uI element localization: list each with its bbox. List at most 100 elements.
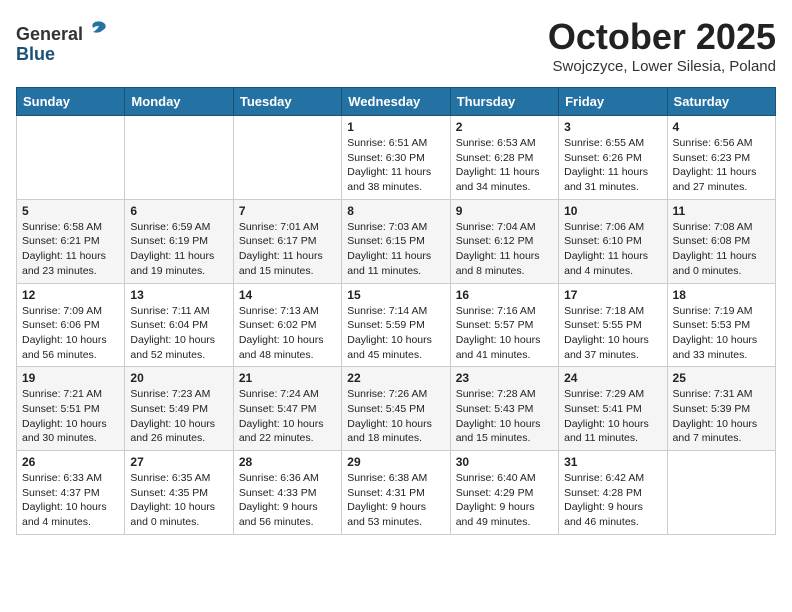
day-info: Sunrise: 6:33 AM Sunset: 4:37 PM Dayligh…	[22, 471, 119, 530]
day-number: 5	[22, 204, 119, 218]
day-number: 7	[239, 204, 336, 218]
day-info: Sunrise: 6:35 AM Sunset: 4:35 PM Dayligh…	[130, 471, 227, 530]
day-number: 27	[130, 455, 227, 469]
day-number: 28	[239, 455, 336, 469]
calendar-table: SundayMondayTuesdayWednesdayThursdayFrid…	[16, 87, 776, 535]
logo-bird-icon	[85, 16, 109, 40]
calendar-cell: 26 Sunrise: 6:33 AM Sunset: 4:37 PM Dayli…	[17, 451, 125, 535]
calendar-cell	[667, 451, 775, 535]
calendar-cell: 8 Sunrise: 7:03 AM Sunset: 6:15 PM Daylig…	[342, 199, 450, 283]
day-number: 3	[564, 120, 661, 134]
day-number: 8	[347, 204, 444, 218]
day-number: 6	[130, 204, 227, 218]
calendar-cell: 20Sunrise: 7:23 AM Sunset: 5:49 PM Dayli…	[125, 367, 233, 451]
col-header-sunday: Sunday	[17, 88, 125, 116]
day-number: 31	[564, 455, 661, 469]
day-number: 21	[239, 371, 336, 385]
calendar-cell	[125, 116, 233, 200]
day-number: 1	[347, 120, 444, 134]
col-header-monday: Monday	[125, 88, 233, 116]
calendar-cell: 14Sunrise: 7:13 AM Sunset: 6:02 PM Dayli…	[233, 283, 341, 367]
day-number: 17	[564, 288, 661, 302]
calendar-cell: 2 Sunrise: 6:53 AM Sunset: 6:28 PM Daylig…	[450, 116, 558, 200]
calendar-week-row: 5 Sunrise: 6:58 AM Sunset: 6:21 PM Daylig…	[17, 199, 776, 283]
day-number: 30	[456, 455, 553, 469]
day-info: Sunrise: 7:26 AM Sunset: 5:45 PM Dayligh…	[347, 387, 444, 446]
day-number: 26	[22, 455, 119, 469]
calendar-cell: 12Sunrise: 7:09 AM Sunset: 6:06 PM Dayli…	[17, 283, 125, 367]
logo-general: General	[16, 24, 83, 44]
day-info: Sunrise: 7:24 AM Sunset: 5:47 PM Dayligh…	[239, 387, 336, 446]
calendar-week-row: 1 Sunrise: 6:51 AM Sunset: 6:30 PM Daylig…	[17, 116, 776, 200]
day-number: 10	[564, 204, 661, 218]
calendar-cell: 1 Sunrise: 6:51 AM Sunset: 6:30 PM Daylig…	[342, 116, 450, 200]
day-number: 25	[673, 371, 770, 385]
day-number: 16	[456, 288, 553, 302]
day-info: Sunrise: 7:08 AM Sunset: 6:08 PM Dayligh…	[673, 220, 770, 279]
title-block: October 2025 Swojczyce, Lower Silesia, P…	[548, 16, 776, 75]
day-number: 2	[456, 120, 553, 134]
calendar-cell: 21 Sunrise: 7:24 AM Sunset: 5:47 PM Dayli…	[233, 367, 341, 451]
day-number: 18	[673, 288, 770, 302]
calendar-week-row: 12Sunrise: 7:09 AM Sunset: 6:06 PM Dayli…	[17, 283, 776, 367]
col-header-saturday: Saturday	[667, 88, 775, 116]
calendar-week-row: 19 Sunrise: 7:21 AM Sunset: 5:51 PM Dayli…	[17, 367, 776, 451]
calendar-cell: 5 Sunrise: 6:58 AM Sunset: 6:21 PM Daylig…	[17, 199, 125, 283]
day-number: 13	[130, 288, 227, 302]
calendar-cell: 17 Sunrise: 7:18 AM Sunset: 5:55 PM Dayli…	[559, 283, 667, 367]
calendar-cell: 10 Sunrise: 7:06 AM Sunset: 6:10 PM Dayli…	[559, 199, 667, 283]
day-number: 15	[347, 288, 444, 302]
day-number: 4	[673, 120, 770, 134]
day-info: Sunrise: 6:51 AM Sunset: 6:30 PM Dayligh…	[347, 136, 444, 195]
calendar-cell: 15Sunrise: 7:14 AM Sunset: 5:59 PM Dayli…	[342, 283, 450, 367]
day-info: Sunrise: 6:56 AM Sunset: 6:23 PM Dayligh…	[673, 136, 770, 195]
day-number: 22	[347, 371, 444, 385]
col-header-friday: Friday	[559, 88, 667, 116]
day-number: 23	[456, 371, 553, 385]
day-number: 24	[564, 371, 661, 385]
day-info: Sunrise: 7:19 AM Sunset: 5:53 PM Dayligh…	[673, 304, 770, 363]
day-info: Sunrise: 7:31 AM Sunset: 5:39 PM Dayligh…	[673, 387, 770, 446]
day-number: 29	[347, 455, 444, 469]
day-info: Sunrise: 6:58 AM Sunset: 6:21 PM Dayligh…	[22, 220, 119, 279]
day-info: Sunrise: 7:16 AM Sunset: 5:57 PM Dayligh…	[456, 304, 553, 363]
calendar-cell: 4 Sunrise: 6:56 AM Sunset: 6:23 PM Daylig…	[667, 116, 775, 200]
calendar-cell	[233, 116, 341, 200]
location-label: Swojczyce, Lower Silesia, Poland	[548, 58, 776, 75]
calendar-cell: 22 Sunrise: 7:26 AM Sunset: 5:45 PM Dayli…	[342, 367, 450, 451]
calendar-cell: 29 Sunrise: 6:38 AM Sunset: 4:31 PM Dayli…	[342, 451, 450, 535]
day-info: Sunrise: 6:38 AM Sunset: 4:31 PM Dayligh…	[347, 471, 444, 530]
day-info: Sunrise: 6:59 AM Sunset: 6:19 PM Dayligh…	[130, 220, 227, 279]
day-info: Sunrise: 7:13 AM Sunset: 6:02 PM Dayligh…	[239, 304, 336, 363]
day-info: Sunrise: 6:53 AM Sunset: 6:28 PM Dayligh…	[456, 136, 553, 195]
day-info: Sunrise: 7:18 AM Sunset: 5:55 PM Dayligh…	[564, 304, 661, 363]
day-number: 9	[456, 204, 553, 218]
day-number: 20	[130, 371, 227, 385]
day-info: Sunrise: 7:03 AM Sunset: 6:15 PM Dayligh…	[347, 220, 444, 279]
day-info: Sunrise: 7:06 AM Sunset: 6:10 PM Dayligh…	[564, 220, 661, 279]
logo: General Blue	[16, 16, 109, 65]
calendar-header-row: SundayMondayTuesdayWednesdayThursdayFrid…	[17, 88, 776, 116]
day-info: Sunrise: 7:01 AM Sunset: 6:17 PM Dayligh…	[239, 220, 336, 279]
calendar-cell: 25 Sunrise: 7:31 AM Sunset: 5:39 PM Dayli…	[667, 367, 775, 451]
day-info: Sunrise: 7:21 AM Sunset: 5:51 PM Dayligh…	[22, 387, 119, 446]
day-info: Sunrise: 6:42 AM Sunset: 4:28 PM Dayligh…	[564, 471, 661, 530]
month-title: October 2025	[548, 16, 776, 58]
calendar-cell: 18 Sunrise: 7:19 AM Sunset: 5:53 PM Dayli…	[667, 283, 775, 367]
col-header-thursday: Thursday	[450, 88, 558, 116]
calendar-cell: 7 Sunrise: 7:01 AM Sunset: 6:17 PM Daylig…	[233, 199, 341, 283]
calendar-cell: 28Sunrise: 6:36 AM Sunset: 4:33 PM Dayli…	[233, 451, 341, 535]
calendar-cell: 24Sunrise: 7:29 AM Sunset: 5:41 PM Dayli…	[559, 367, 667, 451]
calendar-cell: 30Sunrise: 6:40 AM Sunset: 4:29 PM Dayli…	[450, 451, 558, 535]
page-header: General Blue October 2025 Swojczyce, Low…	[16, 16, 776, 75]
calendar-cell: 3Sunrise: 6:55 AM Sunset: 6:26 PM Daylig…	[559, 116, 667, 200]
calendar-cell: 23Sunrise: 7:28 AM Sunset: 5:43 PM Dayli…	[450, 367, 558, 451]
calendar-cell	[17, 116, 125, 200]
calendar-cell: 19 Sunrise: 7:21 AM Sunset: 5:51 PM Dayli…	[17, 367, 125, 451]
day-number: 19	[22, 371, 119, 385]
calendar-cell: 9 Sunrise: 7:04 AM Sunset: 6:12 PM Daylig…	[450, 199, 558, 283]
calendar-cell: 6 Sunrise: 6:59 AM Sunset: 6:19 PM Daylig…	[125, 199, 233, 283]
col-header-tuesday: Tuesday	[233, 88, 341, 116]
calendar-week-row: 26 Sunrise: 6:33 AM Sunset: 4:37 PM Dayli…	[17, 451, 776, 535]
day-info: Sunrise: 7:04 AM Sunset: 6:12 PM Dayligh…	[456, 220, 553, 279]
